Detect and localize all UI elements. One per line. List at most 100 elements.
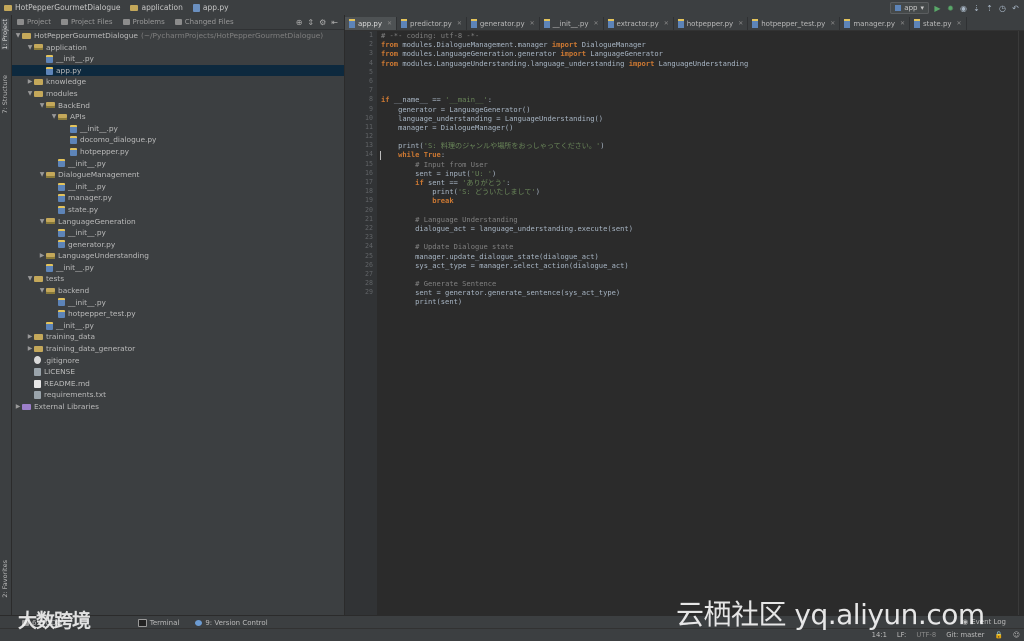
chevron-right-icon[interactable]: ▶ <box>38 250 46 262</box>
version-control-tool-button[interactable]: 9: Version Control <box>187 619 275 627</box>
terminal-tool-button[interactable]: Terminal <box>130 618 188 627</box>
python-file-icon <box>70 124 77 133</box>
tree-item-label: __init__.py <box>80 123 118 133</box>
panel-tab-problems[interactable]: Problems <box>118 18 170 26</box>
chevron-down-icon[interactable]: ▼ <box>50 111 58 123</box>
editor-tab[interactable]: generator.py ✕ <box>466 17 540 30</box>
vcs-history-icon[interactable]: ◷ <box>998 4 1007 13</box>
tree-item[interactable]: ▶generator.py <box>12 239 344 251</box>
tree-item[interactable]: ▶__init__.py <box>12 123 344 135</box>
tree-item[interactable]: ▶ training_data_generator <box>12 343 344 355</box>
tree-item[interactable]: ▶state.py <box>12 204 344 216</box>
chevron-down-icon[interactable]: ▼ <box>26 273 34 285</box>
panel-tab-changed-files[interactable]: Changed Files <box>170 18 239 26</box>
tree-item[interactable]: ▶__init__.py <box>12 297 344 309</box>
chevron-right-icon[interactable]: ▶ <box>26 76 34 88</box>
tab-project-tool[interactable]: 1: Project <box>1 19 9 50</box>
chevron-down-icon[interactable]: ▼ <box>26 42 34 54</box>
close-icon[interactable]: ✕ <box>664 20 669 27</box>
run-configuration-select[interactable]: app ▾ <box>890 2 929 14</box>
tree-item[interactable]: ▶manager.py <box>12 192 344 204</box>
close-icon[interactable]: ✕ <box>900 20 905 27</box>
tree-item[interactable]: ▼ HotPepperGourmetDialogue (~/PycharmProje… <box>12 30 344 42</box>
tree-item[interactable]: ▶LICENSE <box>12 366 344 378</box>
tree-item[interactable]: ▼ modules <box>12 88 344 100</box>
editor-tab[interactable]: manager.py ✕ <box>840 17 910 30</box>
editor-tab[interactable]: extractor.py ✕ <box>603 17 674 30</box>
code-editor[interactable]: # -*- coding: utf-8 -*- from modules.Dial… <box>381 31 1021 615</box>
vcs-commit-icon[interactable]: ⇡ <box>985 4 994 13</box>
tree-item[interactable]: ▼ DialogueManagement <box>12 169 344 181</box>
coverage-icon[interactable]: ◉ <box>959 4 968 13</box>
tree-item[interactable]: ▶ LanguageUnderstanding <box>12 250 344 262</box>
close-icon[interactable]: ✕ <box>387 20 392 27</box>
tree-item[interactable]: ▼ application <box>12 42 344 54</box>
breadcrumb-file[interactable]: app.py <box>189 3 235 12</box>
tree-item[interactable]: ▶ knowledge <box>12 76 344 88</box>
tree-item[interactable]: ▶__init__.py <box>12 320 344 332</box>
panel-tab-project[interactable]: Project <box>12 18 56 26</box>
editor-tab[interactable]: __init__.py ✕ <box>539 17 604 30</box>
close-icon[interactable]: ✕ <box>457 20 462 27</box>
debug-icon[interactable]: ✹ <box>946 4 955 13</box>
editor-tab[interactable]: hotpepper_test.py ✕ <box>748 17 841 30</box>
chevron-right-icon[interactable]: ▶ <box>26 343 34 355</box>
tree-item[interactable]: ▼ BackEnd <box>12 100 344 112</box>
tree-item[interactable]: ▶__init__.py <box>12 227 344 239</box>
close-icon[interactable]: ✕ <box>594 20 599 27</box>
close-icon[interactable]: ✕ <box>830 20 835 27</box>
chevron-down-icon[interactable]: ▼ <box>38 216 46 228</box>
close-icon[interactable]: ✕ <box>738 20 743 27</box>
chevron-right-icon[interactable]: ▶ <box>26 331 34 343</box>
editor-tab[interactable]: hotpepper.py ✕ <box>673 17 749 30</box>
hide-panel-icon[interactable]: ⇤ <box>331 18 338 27</box>
chevron-down-icon[interactable]: ▼ <box>38 100 46 112</box>
close-icon[interactable]: ✕ <box>957 20 962 27</box>
editor-tab[interactable]: state.py ✕ <box>910 17 967 30</box>
tab-structure-tool[interactable]: 7: Structure <box>1 75 9 114</box>
tree-item[interactable]: ▶hotpepper.py <box>12 146 344 158</box>
tree-item[interactable]: ▶.gitignore <box>12 355 344 367</box>
tree-item-label: generator.py <box>68 239 116 249</box>
tree-item[interactable]: ▶__init__.py <box>12 53 344 65</box>
editor-tab[interactable]: predictor.py ✕ <box>397 17 467 30</box>
close-icon[interactable]: ✕ <box>530 20 535 27</box>
editor-tab[interactable]: app.py ✕ <box>345 17 398 30</box>
line-number: 10 <box>365 113 373 122</box>
editor-scrollbar[interactable] <box>1018 31 1024 615</box>
tree-item[interactable]: ▶ training_data <box>12 331 344 343</box>
tree-item-label: tests <box>46 274 65 284</box>
tree-item[interactable]: ▼ tests <box>12 273 344 285</box>
collapse-all-icon[interactable]: ⇕ <box>307 18 314 27</box>
tree-item[interactable]: ▶app.py <box>12 64 344 77</box>
breadcrumb-folder[interactable]: application <box>126 3 188 12</box>
tree-item[interactable]: ▶docomo_dialogue.py <box>12 134 344 146</box>
tree-item[interactable]: ▶requirements.txt <box>12 389 344 401</box>
tree-item[interactable]: ▶__init__.py <box>12 262 344 274</box>
breadcrumb-project[interactable]: HotPepperGourmetDialogue <box>0 3 126 12</box>
run-icon[interactable]: ▶ <box>933 4 942 13</box>
lock-icon[interactable]: 🔒 <box>989 631 1007 639</box>
tree-item[interactable]: ▼ backend <box>12 285 344 297</box>
chevron-down-icon[interactable]: ▼ <box>14 30 22 42</box>
gear-icon[interactable]: ⚙ <box>319 18 326 27</box>
tree-item[interactable]: ▶README.md <box>12 378 344 390</box>
chevron-down-icon[interactable]: ▼ <box>26 88 34 100</box>
code-line: print('S: 料理のジャンルや場所をおっしゃってください。') <box>381 141 1021 150</box>
chevron-down-icon[interactable]: ▼ <box>38 169 46 181</box>
revert-icon[interactable]: ↶ <box>1011 4 1020 13</box>
tree-item[interactable]: ▶ External Libraries <box>12 401 344 413</box>
tree-item[interactable]: ▼ APIs <box>12 111 344 123</box>
tree-item[interactable]: ▶__init__.py <box>12 158 344 170</box>
tab-favorites-tool[interactable]: 2: Favorites <box>1 560 9 598</box>
vcs-update-icon[interactable]: ⇣ <box>972 4 981 13</box>
panel-tab-project-files[interactable]: Project Files <box>56 18 118 26</box>
chevron-right-icon[interactable]: ▶ <box>14 401 22 413</box>
scroll-from-source-icon[interactable]: ⊕ <box>296 18 303 27</box>
tree-item[interactable]: ▶__init__.py <box>12 181 344 193</box>
code-token: modules.LanguageGeneration.generator <box>398 49 561 59</box>
tree-item[interactable]: ▶hotpepper_test.py <box>12 308 344 320</box>
tree-item[interactable]: ▼ LanguageGeneration <box>12 216 344 228</box>
chevron-down-icon[interactable]: ▼ <box>38 285 46 297</box>
inspector-icon[interactable]: ☺ <box>1008 631 1024 639</box>
